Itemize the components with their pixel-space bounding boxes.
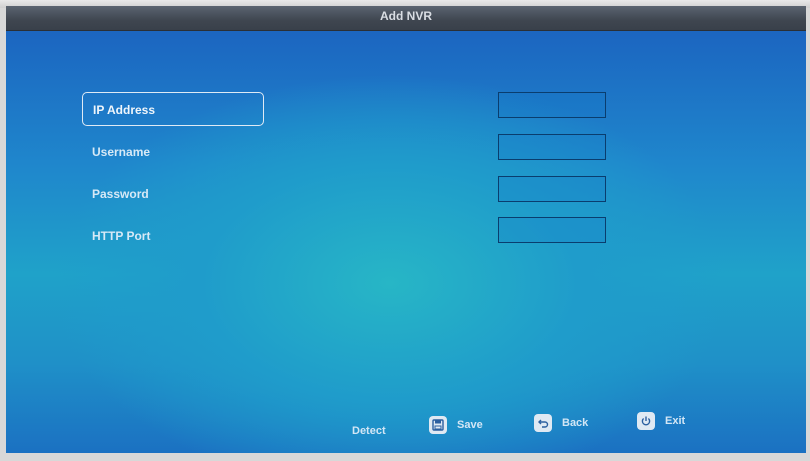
back-label: Back — [562, 417, 589, 429]
exit-label: Exit — [665, 415, 686, 427]
exit-button[interactable]: Exit — [637, 410, 685, 432]
add-nvr-dialog: Add NVR IP Address Username Password HTT… — [6, 6, 806, 453]
detect-button[interactable]: Detect — [352, 420, 386, 442]
ip-address-label[interactable]: IP Address — [82, 92, 264, 126]
username-label[interactable]: Username — [82, 135, 264, 169]
detect-label: Detect — [352, 425, 386, 437]
back-button[interactable]: Back — [534, 412, 588, 434]
http-port-input[interactable] — [498, 217, 606, 243]
power-icon — [637, 412, 655, 430]
dialog-title: Add NVR — [380, 9, 432, 23]
ip-address-input[interactable] — [498, 92, 606, 118]
password-input[interactable] — [498, 176, 606, 202]
username-input[interactable] — [498, 134, 606, 160]
save-icon — [429, 416, 447, 434]
save-label: Save — [457, 419, 483, 431]
save-button[interactable]: Save — [429, 414, 483, 436]
back-arrow-icon — [534, 414, 552, 432]
http-port-label[interactable]: HTTP Port — [82, 219, 264, 253]
password-label[interactable]: Password — [82, 177, 264, 211]
title-bar: Add NVR — [6, 6, 806, 31]
